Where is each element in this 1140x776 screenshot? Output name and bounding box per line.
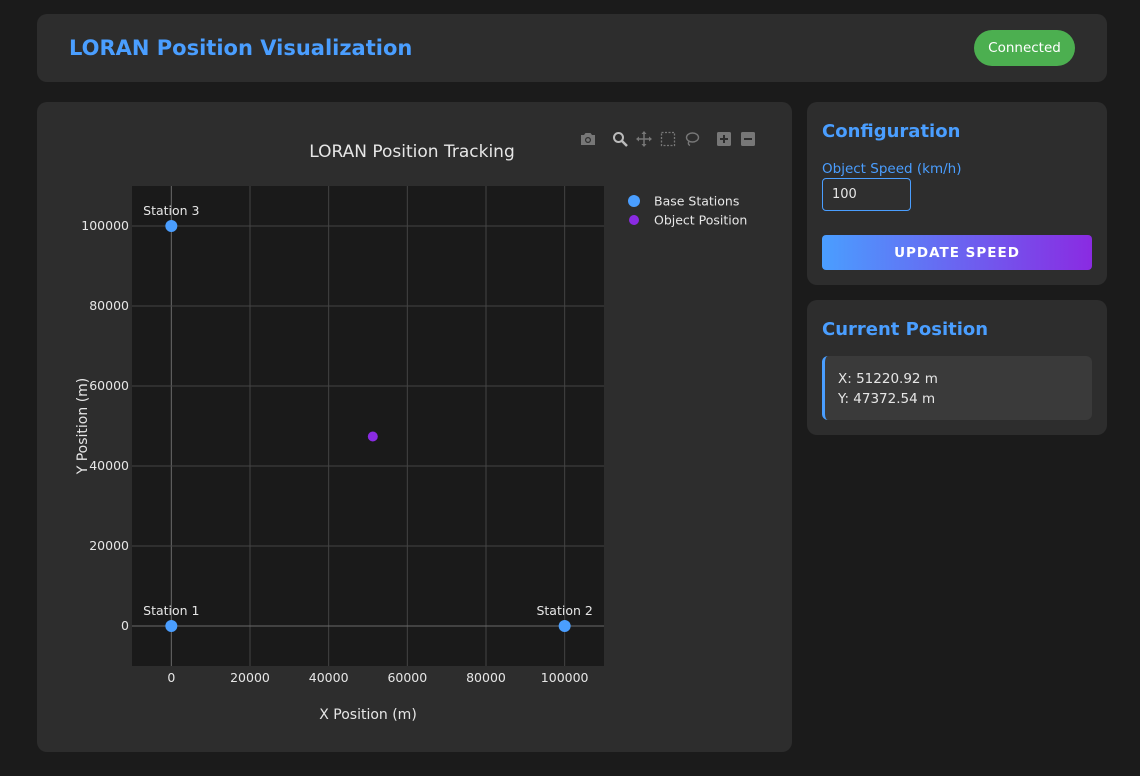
chart-title: LORAN Position Tracking: [309, 142, 515, 162]
legend-label: Base Stations: [654, 194, 739, 209]
zoom-icon[interactable]: [610, 129, 630, 149]
lasso-select-icon[interactable]: [682, 129, 702, 149]
legend-marker: [628, 195, 640, 207]
object-speed-input[interactable]: [822, 178, 911, 211]
x-tick-label: 100000: [541, 670, 589, 685]
position-x-value: X: 51220.92 m: [838, 371, 938, 387]
current-position-panel: Current Position X: 51220.92 m Y: 47372.…: [807, 300, 1107, 435]
y-tick-label: 40000: [89, 458, 129, 473]
y-tick-label: 60000: [89, 378, 129, 393]
object-position-marker: [367, 431, 378, 442]
x-tick-label: 0: [167, 670, 175, 685]
y-axis-label: Y Position (m): [75, 378, 91, 476]
app-title: LORAN Position Visualization: [69, 36, 413, 60]
box-select-icon[interactable]: [658, 129, 678, 149]
x-axis-label: X Position (m): [319, 707, 417, 723]
plot-area: [132, 186, 604, 666]
x-tick-label: 20000: [230, 670, 270, 685]
zoom-in-icon[interactable]: [714, 129, 734, 149]
x-tick-label: 60000: [387, 670, 427, 685]
camera-icon[interactable]: [578, 129, 598, 149]
station-label: Station 2: [536, 603, 592, 618]
plot-panel: 0 20000 40000 60000 80000 100000 0 20000 40000 60…: [37, 102, 792, 752]
object-speed-label: Object Speed (km/h): [822, 161, 962, 177]
base-station-marker: [558, 620, 571, 632]
y-tick-label: 100000: [81, 218, 129, 233]
legend-label: Object Position: [654, 213, 747, 228]
zoom-out-icon[interactable]: [738, 129, 758, 149]
pan-icon[interactable]: [634, 129, 654, 149]
x-tick-label: 80000: [466, 670, 506, 685]
base-station-marker: [165, 220, 178, 232]
position-readout: X: 51220.92 m Y: 47372.54 m: [822, 356, 1092, 420]
station-label: Station 1: [143, 603, 199, 618]
x-tick-label: 40000: [309, 670, 349, 685]
header-bar: LORAN Position Visualization Connected: [37, 14, 1107, 82]
y-tick-label: 80000: [89, 298, 129, 313]
current-position-title: Current Position: [822, 319, 989, 340]
configuration-title: Configuration: [822, 121, 961, 142]
base-station-marker: [165, 620, 178, 632]
legend-marker: [629, 215, 639, 225]
position-chart[interactable]: 0 20000 40000 60000 80000 100000 0 20000 40000 60…: [37, 102, 792, 752]
update-speed-button[interactable]: UPDATE SPEED: [822, 235, 1092, 270]
y-tick-label: 0: [121, 618, 129, 633]
connection-status-badge: Connected: [974, 30, 1075, 66]
configuration-panel: Configuration Object Speed (km/h) UPDATE…: [807, 102, 1107, 285]
plot-modebar: [578, 129, 758, 149]
y-tick-label: 20000: [89, 538, 129, 553]
station-label: Station 3: [143, 203, 199, 218]
position-y-value: Y: 47372.54 m: [838, 391, 936, 407]
